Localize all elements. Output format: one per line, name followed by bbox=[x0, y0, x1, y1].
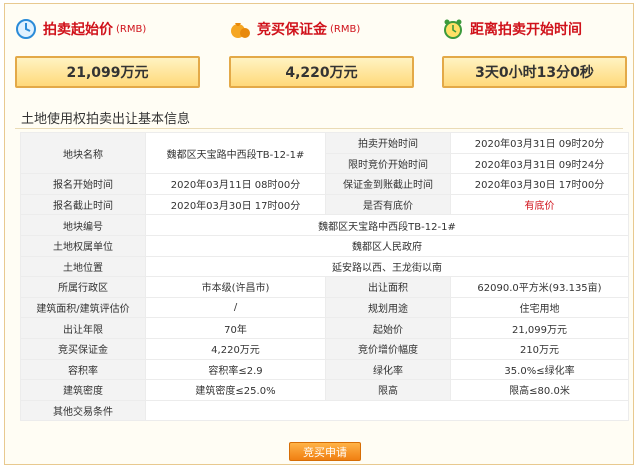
deposit-unit: (RMB) bbox=[330, 23, 361, 35]
table-row: 所属行政区 市本级(许昌市) 出让面积 62090.0平方米(93.135亩) bbox=[20, 276, 629, 298]
building-area-value: / bbox=[145, 296, 326, 319]
table-row: 容积率 容积率≤2.9 绿化率 35.0%≤绿化率 bbox=[20, 358, 629, 381]
table-row: 报名开始时间 2020年03月11日 08时00分 保证金到账截止时间 2020… bbox=[20, 173, 629, 195]
use-label: 规划用途 bbox=[325, 296, 451, 319]
auction-start-label: 拍卖开始时间 bbox=[325, 132, 451, 154]
alarm-clock-icon bbox=[444, 19, 462, 39]
limit-start-label: 限时竞价开始时间 bbox=[325, 152, 451, 175]
bid-deposit-label: 竞买保证金 bbox=[20, 337, 146, 360]
density-label: 建筑密度 bbox=[20, 379, 146, 401]
apply-button[interactable]: 竞买申请 bbox=[289, 442, 361, 461]
countdown-label: 距离拍卖开始时间 bbox=[470, 22, 582, 38]
start-price-label-cell: 起始价 bbox=[325, 317, 451, 339]
table-row: 报名截止时间 2020年03月30日 17时00分 是否有底价 有底价 bbox=[20, 193, 629, 216]
height-value: 限高≤80.0米 bbox=[450, 379, 629, 401]
far-value: 容积率≤2.9 bbox=[145, 358, 326, 381]
reg-start-value: 2020年03月11日 08时00分 bbox=[145, 173, 326, 195]
bid-deposit-value: 4,220万元 bbox=[145, 337, 326, 360]
table-row: 地块编号 魏都区天宝路中西段TB-12-1# bbox=[20, 214, 629, 236]
density-value: 建筑密度≤25.0% bbox=[145, 379, 326, 401]
section-title: 土地使用权拍卖出让基本信息 bbox=[21, 112, 191, 127]
reserve-value: 有底价 bbox=[450, 193, 629, 216]
clock-icon bbox=[16, 19, 36, 39]
area-label: 出让面积 bbox=[325, 276, 451, 298]
deposit-label: 竞买保证金 bbox=[257, 22, 327, 38]
table-row: 竞买保证金 4,220万元 竞价增价幅度 210万元 bbox=[20, 337, 629, 360]
table-row: 其他交易条件 bbox=[20, 399, 629, 422]
countdown-panel: 距离拍卖开始时间 3天0小时13分0秒 bbox=[442, 14, 627, 94]
district-value: 市本级(许昌市) bbox=[145, 276, 326, 298]
reg-end-label: 报名截止时间 bbox=[20, 193, 146, 216]
limit-start-value: 2020年03月31日 09时24分 bbox=[450, 152, 629, 175]
parcel-no-value: 魏都区天宝路中西段TB-12-1# bbox=[145, 214, 629, 236]
start-price-label: 拍卖起始价 bbox=[43, 22, 113, 38]
deposit-deadline-label: 保证金到账截止时间 bbox=[325, 173, 451, 195]
building-area-label: 建筑面积/建筑评估价 bbox=[20, 296, 146, 319]
section-divider bbox=[15, 128, 623, 129]
table-row: 土地位置 延安路以西、王龙街以南 bbox=[20, 255, 629, 278]
location-label: 土地位置 bbox=[20, 255, 146, 278]
start-price-value-cell: 21,099万元 bbox=[450, 317, 629, 339]
auction-info-table: 地块名称 魏都区天宝路中西段TB-12-1# 拍卖开始时间 2020年03月31… bbox=[20, 131, 629, 422]
auction-frame: 拍卖起始价 (RMB) 21,099万元 竞买保证金 (RMB) 4,220万元 bbox=[4, 3, 634, 465]
green-label: 绿化率 bbox=[325, 358, 451, 381]
area-value: 62090.0平方米(93.135亩) bbox=[450, 276, 629, 298]
start-price-panel: 拍卖起始价 (RMB) 21,099万元 bbox=[15, 14, 200, 94]
location-value: 延安路以西、王龙街以南 bbox=[145, 255, 629, 278]
table-row: 土地权属单位 魏都区人民政府 bbox=[20, 234, 629, 257]
use-value: 住宅用地 bbox=[450, 296, 629, 319]
other-value bbox=[145, 399, 629, 422]
reg-start-label: 报名开始时间 bbox=[20, 173, 146, 195]
parcel-name-label: 地块名称 bbox=[20, 131, 146, 175]
green-value: 35.0%≤绿化率 bbox=[450, 358, 629, 381]
owner-label: 土地权属单位 bbox=[20, 234, 146, 257]
reg-end-value: 2020年03月30日 17时00分 bbox=[145, 193, 326, 216]
deposit-deadline-value: 2020年03月30日 17时00分 bbox=[450, 173, 629, 195]
other-label: 其他交易条件 bbox=[20, 399, 146, 422]
summary-bar: 拍卖起始价 (RMB) 21,099万元 竞买保证金 (RMB) 4,220万元 bbox=[15, 14, 627, 94]
deposit-value: 4,220万元 bbox=[229, 56, 414, 88]
countdown-value: 3天0小时13分0秒 bbox=[442, 56, 627, 88]
auction-start-value: 2020年03月31日 09时20分 bbox=[450, 132, 629, 154]
district-label: 所属行政区 bbox=[20, 276, 146, 298]
increment-value: 210万元 bbox=[450, 337, 629, 360]
increment-label: 竞价增价幅度 bbox=[325, 337, 451, 360]
reserve-label: 是否有底价 bbox=[325, 193, 451, 216]
money-bag-icon bbox=[231, 23, 250, 38]
table-row: 建筑密度 建筑密度≤25.0% 限高 限高≤80.0米 bbox=[20, 379, 629, 401]
deposit-panel: 竞买保证金 (RMB) 4,220万元 bbox=[229, 14, 414, 94]
table-row: 地块名称 魏都区天宝路中西段TB-12-1# 拍卖开始时间 2020年03月31… bbox=[20, 131, 629, 175]
far-label: 容积率 bbox=[20, 358, 146, 381]
years-value: 70年 bbox=[145, 317, 326, 339]
table-row: 出让年限 70年 起始价 21,099万元 bbox=[20, 317, 629, 339]
start-price-value: 21,099万元 bbox=[15, 56, 200, 88]
years-label: 出让年限 bbox=[20, 317, 146, 339]
parcel-name-value: 魏都区天宝路中西段TB-12-1# bbox=[145, 131, 326, 175]
start-price-unit: (RMB) bbox=[116, 23, 147, 35]
owner-value: 魏都区人民政府 bbox=[145, 234, 629, 257]
table-row: 建筑面积/建筑评估价 / 规划用途 住宅用地 bbox=[20, 296, 629, 319]
parcel-no-label: 地块编号 bbox=[20, 214, 146, 236]
height-label: 限高 bbox=[325, 379, 451, 401]
